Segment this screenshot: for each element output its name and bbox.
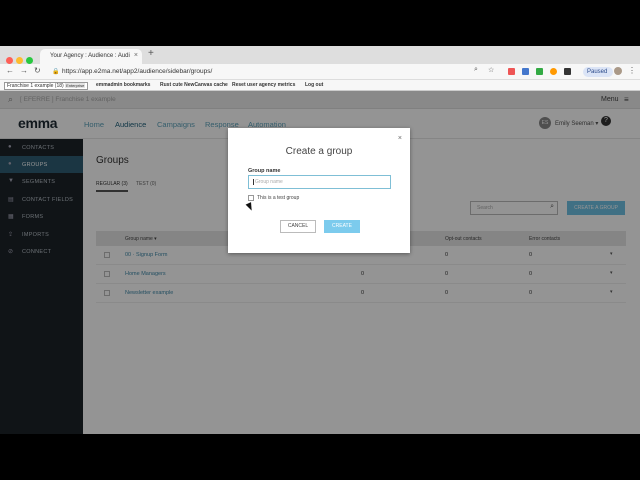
bookmark-label: Franchise 1 example (18) xyxy=(7,83,64,89)
browser-tab[interactable]: Your Agency : Audience : Audi × xyxy=(40,49,142,64)
test-group-checkbox[interactable] xyxy=(248,195,254,201)
new-tab-button[interactable]: + xyxy=(148,48,154,59)
extension-icon[interactable] xyxy=(536,68,543,75)
close-window-icon[interactable] xyxy=(6,57,13,64)
reload-icon[interactable]: ↻ xyxy=(34,66,41,75)
create-button[interactable]: CREATE xyxy=(324,220,360,233)
modal-title: Create a group xyxy=(285,146,353,157)
maximize-window-icon[interactable] xyxy=(26,57,33,64)
back-icon[interactable]: ← xyxy=(6,66,14,75)
bookmark-badge: Enterprise xyxy=(65,83,86,88)
bookmark-item[interactable]: Franchise 1 example (18) Enterprise xyxy=(4,82,89,90)
test-group-label[interactable]: This is a test group xyxy=(257,195,299,201)
close-icon[interactable]: × xyxy=(398,135,402,142)
extension-icon[interactable] xyxy=(564,68,571,75)
tab-bar: Your Agency : Audience : Audi × + xyxy=(0,46,640,64)
mouse-cursor-icon xyxy=(245,202,255,212)
bookmark-item[interactable]: Rust cute NewCanvas cache xyxy=(160,82,228,88)
extension-icon[interactable] xyxy=(522,68,529,75)
profile-avatar[interactable] xyxy=(614,67,622,75)
browser-window: Your Agency : Audience : Audi × + ← → ↻ … xyxy=(0,46,640,434)
address-row: ← → ↻ 🔒 https://app.e2ma.net/app2/audien… xyxy=(0,64,640,80)
bookmark-item[interactable]: Reset user agency metrics xyxy=(232,82,295,88)
extension-icon[interactable] xyxy=(550,68,557,75)
extension-icon[interactable] xyxy=(508,68,515,75)
bookmark-item[interactable]: emmadmin bookmarks xyxy=(96,82,150,88)
cancel-button[interactable]: CANCEL xyxy=(280,220,316,233)
tab-title: Your Agency : Audience : Audi xyxy=(50,53,130,59)
lock-icon: 🔒 xyxy=(52,69,60,75)
group-name-label: Group name xyxy=(248,168,281,174)
tab-close-icon[interactable]: × xyxy=(134,52,138,59)
star-icon[interactable]: ☆ xyxy=(488,66,494,74)
paused-badge[interactable]: Paused xyxy=(583,67,613,77)
minimize-window-icon[interactable] xyxy=(16,57,23,64)
forward-icon[interactable]: → xyxy=(20,66,28,75)
create-group-modal: × Create a group Group name Group name T… xyxy=(228,128,410,253)
url-bar[interactable]: https://app.e2ma.net/app2/audience/sideb… xyxy=(62,68,212,75)
bookmark-item[interactable]: Log out xyxy=(305,82,323,88)
group-name-input[interactable]: Group name xyxy=(248,175,391,189)
group-name-placeholder: Group name xyxy=(253,179,283,185)
more-icon[interactable]: ⋮ xyxy=(628,66,636,75)
zoom-icon[interactable]: ⌕ xyxy=(474,66,478,74)
bookmarks-bar: Franchise 1 example (18) Enterprise emma… xyxy=(0,80,640,91)
